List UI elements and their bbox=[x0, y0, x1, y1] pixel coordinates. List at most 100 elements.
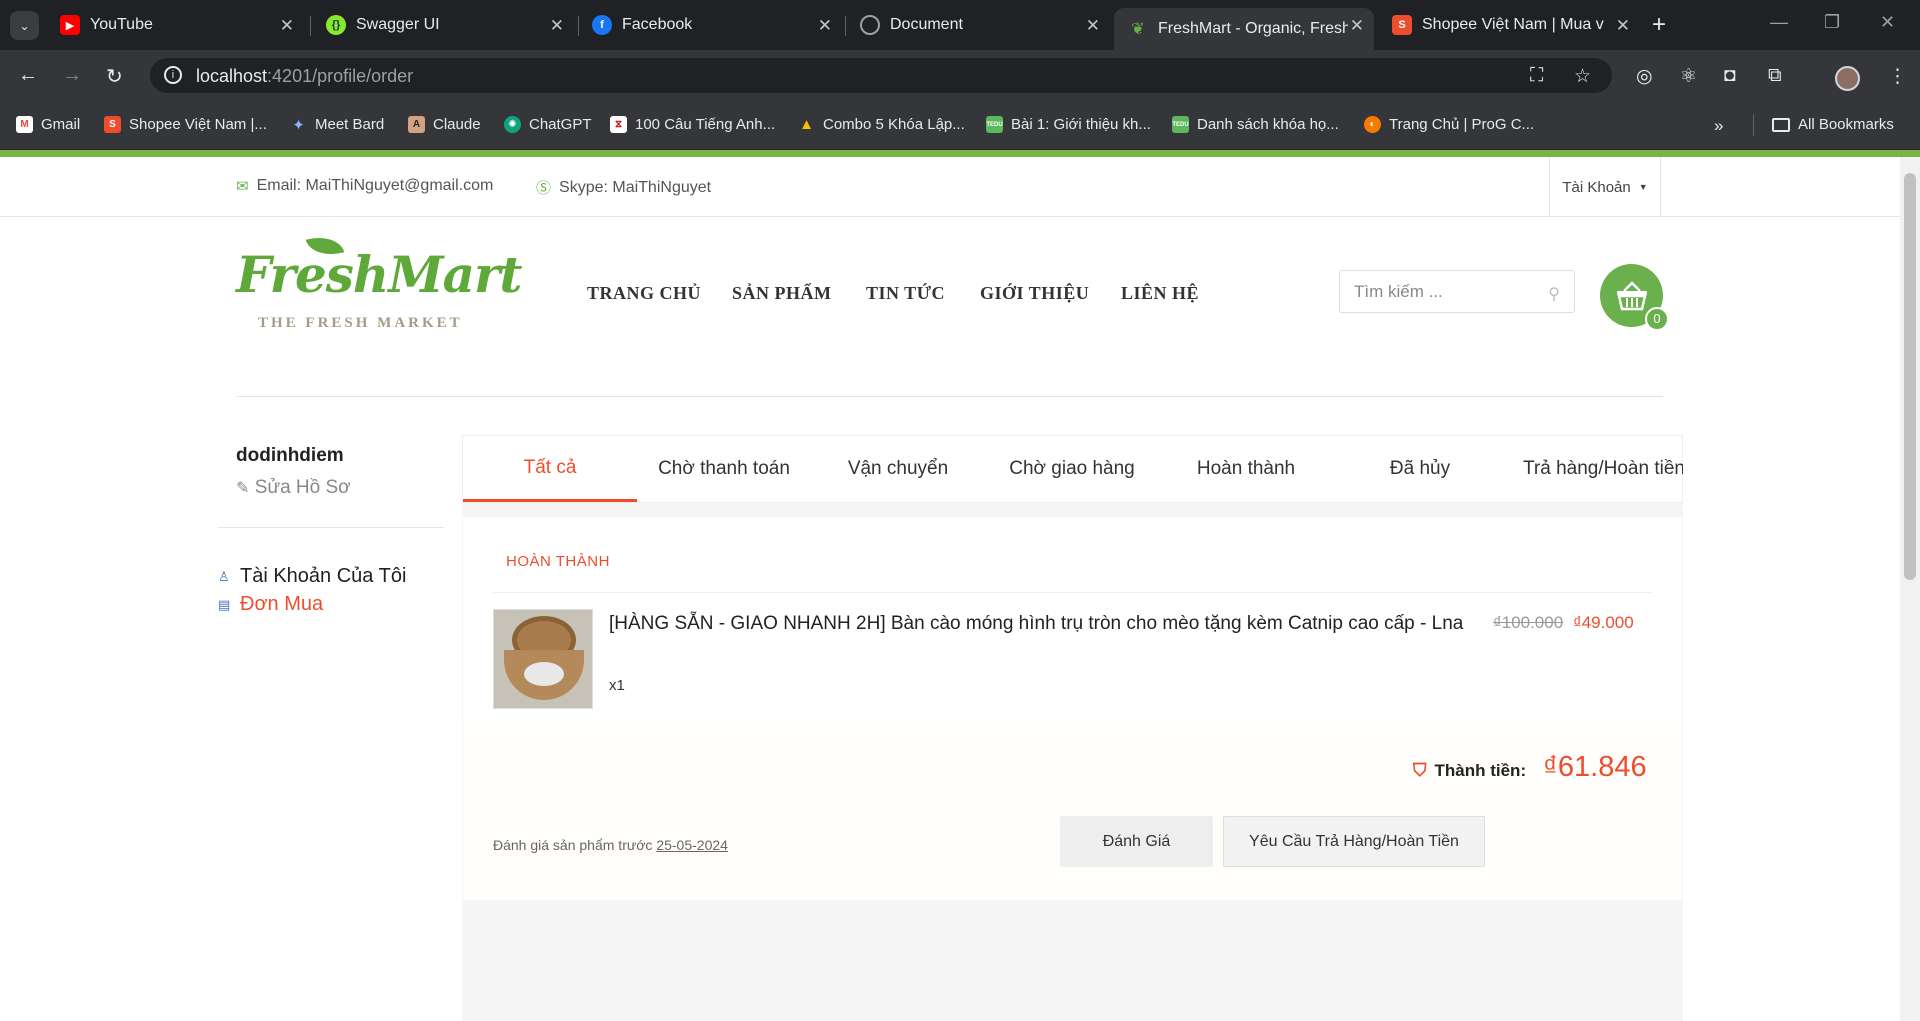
tab-facebook[interactable]: f Facebook ✕ bbox=[578, 8, 842, 42]
reload-icon[interactable]: ↻ bbox=[106, 64, 123, 89]
nav-products[interactable]: SẢN PHẨM bbox=[732, 283, 832, 304]
review-deadline-date[interactable]: 25-05-2024 bbox=[656, 837, 728, 853]
tab-freshmart[interactable]: ❦ FreshMart - Organic, Fresh ✕ bbox=[1114, 8, 1374, 50]
tab-awaiting-delivery[interactable]: Chờ giao hàng bbox=[985, 436, 1159, 502]
tab-title: Shopee Việt Nam | Mua v bbox=[1422, 16, 1604, 33]
leaf-icon: ❦ bbox=[1131, 21, 1145, 38]
rate-button[interactable]: Đánh Giá bbox=[1060, 816, 1213, 867]
tab-document[interactable]: Document ✕ bbox=[846, 8, 1110, 42]
cart-count-badge: 0 bbox=[1645, 307, 1669, 331]
close-icon[interactable]: ✕ bbox=[1616, 16, 1630, 36]
back-icon[interactable]: ← bbox=[18, 64, 38, 87]
cart-button[interactable]: 0 bbox=[1600, 264, 1669, 331]
header-divider bbox=[236, 396, 1663, 397]
all-bookmarks[interactable]: All Bookmarks bbox=[1772, 116, 1894, 133]
top-info-bar: ✉ Email: MaiThiNguyet@gmail.com Ⓢ Skype: M… bbox=[0, 157, 1900, 217]
sidebar-item-orders[interactable]: ▤ Đơn Mua bbox=[218, 593, 323, 616]
bookmark-shopee[interactable]: S Shopee Việt Nam |... bbox=[104, 116, 267, 133]
refund-request-button[interactable]: Yêu Cầu Trả Hàng/Hoàn Tiền bbox=[1223, 816, 1485, 867]
bookmark-bard[interactable]: ✦ Meet Bard bbox=[290, 116, 384, 134]
total-label: ⛉ Thành tiền: bbox=[1413, 760, 1527, 780]
tab-swagger[interactable]: {} Swagger UI ✕ bbox=[312, 8, 574, 42]
tab-awaiting-payment[interactable]: Chờ thanh toán bbox=[637, 436, 811, 502]
drive-icon: ▲ bbox=[799, 116, 814, 133]
sale-price: ₫49.000 bbox=[1573, 613, 1634, 632]
close-icon[interactable]: ✕ bbox=[1086, 16, 1100, 36]
tab-title: Facebook bbox=[622, 16, 693, 33]
close-icon[interactable]: ✕ bbox=[818, 16, 832, 36]
sidebar-item-my-account[interactable]: ♙ Tài Khoản Của Tôi bbox=[218, 565, 406, 588]
chart-icon: ⧖ bbox=[610, 116, 627, 133]
nav-about[interactable]: GIỚI THIỆU bbox=[980, 283, 1089, 304]
close-icon[interactable]: ✕ bbox=[550, 16, 564, 36]
site-logo[interactable]: FreshMart THE FRESH MARKET bbox=[236, 230, 522, 345]
openai-icon: ✺ bbox=[504, 116, 521, 133]
anthropic-icon: A bbox=[408, 116, 425, 133]
more-bookmarks-icon[interactable]: » bbox=[1714, 116, 1723, 136]
bookmark-claude[interactable]: A Claude bbox=[408, 116, 481, 133]
tab-title: YouTube bbox=[90, 16, 153, 33]
bookmark-gmail[interactable]: M Gmail bbox=[16, 116, 80, 133]
tab-shopee[interactable]: S Shopee Việt Nam | Mua v ✕ bbox=[1378, 8, 1640, 42]
star-icon[interactable]: ☆ bbox=[1574, 65, 1591, 88]
product-image[interactable] bbox=[493, 609, 593, 709]
clipboard-icon: ▤ bbox=[218, 596, 231, 612]
extensions-icon[interactable]: ⧉ bbox=[1768, 65, 1782, 87]
nav-news[interactable]: TIN TỨC bbox=[866, 283, 945, 304]
orders-panel: Tất cả Chờ thanh toán Vận chuyển Chờ gia… bbox=[462, 435, 1683, 1021]
username: dodinhdiem bbox=[236, 445, 344, 466]
skype-icon: Ⓢ bbox=[536, 180, 552, 197]
scrollbar-thumb[interactable] bbox=[1904, 173, 1916, 580]
account-dropdown[interactable]: Tài Khoản ▼ bbox=[1549, 157, 1661, 217]
site-info-icon[interactable]: i bbox=[164, 66, 182, 84]
progc-icon: ◐ bbox=[1364, 116, 1381, 133]
translate-icon[interactable]: ⛶ bbox=[1530, 65, 1543, 87]
nav-home[interactable]: TRANG CHỦ bbox=[587, 283, 701, 304]
bookmark-danhsach[interactable]: TEDU Danh sách khóa họ... bbox=[1172, 116, 1339, 133]
tab-title: Swagger UI bbox=[356, 16, 440, 33]
bookmark-combo[interactable]: ▲ Combo 5 Khóa Lập... bbox=[798, 116, 965, 133]
new-tab-icon[interactable]: + bbox=[1652, 11, 1666, 39]
forward-icon[interactable]: → bbox=[62, 64, 82, 87]
tab-search-button[interactable]: ⌄ bbox=[10, 11, 39, 40]
order-card: HOÀN THÀNH [HÀNG SẴN - GIAO NHANH 2H] Bà… bbox=[463, 517, 1682, 900]
close-icon[interactable]: ✕ bbox=[280, 16, 294, 36]
url-text[interactable]: localhost:4201/profile/order bbox=[196, 66, 413, 87]
shield-icon: ⛉ bbox=[1413, 760, 1427, 780]
minimize-icon[interactable]: — bbox=[1770, 12, 1788, 33]
extension-target-icon[interactable]: ◎ bbox=[1636, 65, 1653, 88]
globe-icon bbox=[860, 15, 880, 35]
bookmark-progc[interactable]: ◐ Trang Chủ | ProG C... bbox=[1364, 116, 1534, 133]
react-devtools-icon[interactable]: ⚛ bbox=[1680, 65, 1697, 88]
original-price: ₫100.000 bbox=[1493, 613, 1564, 632]
page-scrollbar[interactable] bbox=[1900, 157, 1920, 1021]
search-input[interactable] bbox=[1354, 282, 1534, 302]
address-bar[interactable]: i localhost:4201/profile/order ⛶ ☆ bbox=[150, 58, 1612, 93]
camera-icon[interactable]: ◘ bbox=[1724, 65, 1735, 87]
tab-shipping[interactable]: Vận chuyển bbox=[811, 436, 985, 502]
restore-icon[interactable]: ❐ bbox=[1824, 12, 1840, 33]
bookmark-bai1[interactable]: TEDU Bài 1: Giới thiệu kh... bbox=[986, 116, 1151, 133]
bookmark-english[interactable]: ⧖ 100 Câu Tiếng Anh... bbox=[610, 116, 775, 133]
edit-profile-link[interactable]: ✎ Sửa Hồ Sơ bbox=[236, 477, 351, 499]
close-icon[interactable]: ✕ bbox=[1350, 16, 1364, 36]
folder-icon bbox=[1772, 117, 1790, 132]
logo-text: FreshMart bbox=[236, 245, 522, 304]
tab-return-refund[interactable]: Trả hàng/Hoàn tiền bbox=[1507, 436, 1683, 502]
search-icon[interactable]: ⚲ bbox=[1548, 284, 1560, 304]
profile-avatar[interactable] bbox=[1835, 66, 1860, 91]
product-name[interactable]: [HÀNG SẴN - GIAO NHANH 2H] Bàn cào móng … bbox=[609, 609, 1469, 638]
tab-title: Document bbox=[890, 16, 963, 33]
tab-all[interactable]: Tất cả bbox=[463, 436, 637, 502]
basket-icon bbox=[1616, 280, 1647, 310]
bookmark-chatgpt[interactable]: ✺ ChatGPT bbox=[504, 116, 592, 133]
menu-icon[interactable]: ⋮ bbox=[1888, 65, 1907, 88]
order-footer: ⛉ Thành tiền: ₫61.846 Đánh giá sản phẩm t… bbox=[463, 723, 1682, 900]
tab-cancelled[interactable]: Đã hủy bbox=[1333, 436, 1507, 502]
tab-youtube[interactable]: ▶ YouTube ✕ bbox=[46, 8, 304, 42]
tab-completed[interactable]: Hoàn thành bbox=[1159, 436, 1333, 502]
window-close-icon[interactable]: ✕ bbox=[1880, 12, 1895, 33]
email-contact: ✉ Email: MaiThiNguyet@gmail.com bbox=[236, 177, 494, 195]
tab-title: FreshMart - Organic, Fresh bbox=[1158, 20, 1348, 37]
nav-contact[interactable]: LIÊN HỆ bbox=[1121, 283, 1199, 304]
